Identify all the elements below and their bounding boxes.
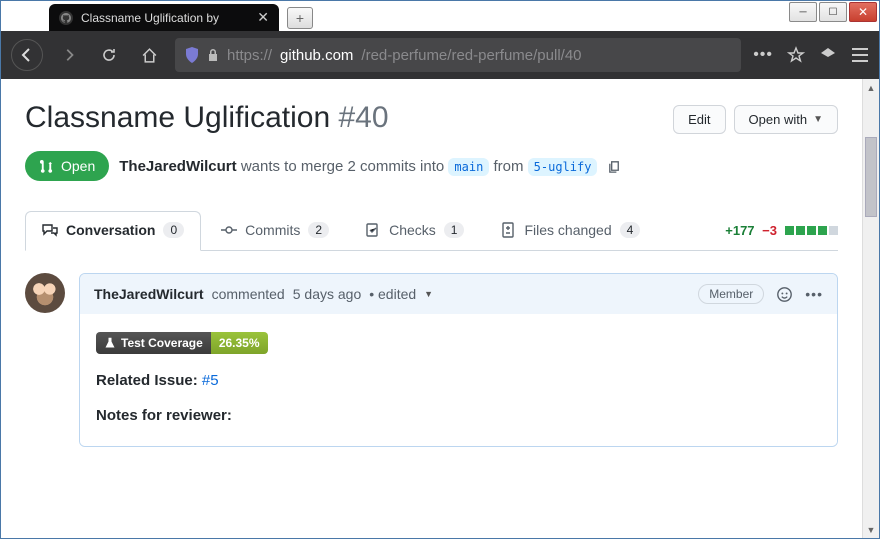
window-maximize-button[interactable]: ☐ — [819, 2, 847, 22]
tab-checks[interactable]: Checks 1 — [349, 212, 480, 250]
pr-number: #40 — [338, 101, 388, 134]
forward-button[interactable] — [55, 41, 83, 69]
git-commit-icon — [221, 222, 237, 238]
tab-commits[interactable]: Commits 2 — [205, 212, 345, 250]
base-branch[interactable]: main — [448, 158, 489, 176]
pr-title: Classname Uglification #40 — [25, 101, 673, 135]
edit-button[interactable]: Edit — [673, 105, 725, 134]
edited-dropdown-icon[interactable]: ▼ — [424, 289, 433, 299]
tab-close-icon[interactable]: ✕ — [257, 9, 269, 26]
reload-button[interactable] — [95, 41, 123, 69]
comment-author[interactable]: TheJaredWilcurt — [94, 286, 204, 302]
window-minimize-button[interactable]: ─ — [789, 2, 817, 22]
new-tab-button[interactable]: + — [287, 7, 313, 29]
menu-button[interactable] — [851, 47, 869, 63]
diff-stat: +177 −3 — [725, 223, 838, 238]
window-close-button[interactable]: ✕ — [849, 2, 877, 22]
role-badge: Member — [698, 284, 764, 304]
tab-conversation[interactable]: Conversation 0 — [25, 211, 201, 251]
scroll-down-icon[interactable]: ▼ — [863, 521, 879, 538]
commits-count: 2 — [308, 222, 329, 238]
url-host: github.com — [280, 47, 353, 64]
shield-icon — [185, 47, 199, 63]
conversation-count: 0 — [163, 222, 184, 238]
test-coverage-badge[interactable]: Test Coverage 26.35% — [96, 332, 268, 354]
bookmark-star-icon[interactable] — [787, 46, 805, 64]
emoji-react-icon[interactable] — [776, 286, 793, 303]
scroll-up-icon[interactable]: ▲ — [863, 79, 879, 96]
back-button[interactable] — [11, 39, 43, 71]
pr-tabnav: Conversation 0 Commits 2 Checks 1 Files … — [25, 211, 838, 251]
extensions-icon[interactable] — [819, 46, 837, 64]
scroll-thumb[interactable] — [865, 137, 877, 217]
pr-state-badge: Open — [25, 151, 109, 181]
browser-tab[interactable]: Classname Uglification by ✕ — [49, 4, 279, 31]
related-issue-line: Related Issue: #5 — [96, 372, 821, 389]
kebab-menu-icon[interactable]: ••• — [805, 286, 823, 302]
tab-files-changed[interactable]: Files changed 4 — [484, 212, 656, 250]
comment-discussion-icon — [42, 222, 58, 238]
git-pull-request-icon — [39, 159, 54, 174]
address-bar[interactable]: https:// github.com/red-perfume/red-perfu… — [175, 38, 741, 72]
chevron-down-icon: ▼ — [813, 114, 823, 125]
copy-branch-icon[interactable] — [607, 159, 622, 174]
coverage-value: 26.35% — [211, 332, 268, 354]
home-button[interactable] — [135, 41, 163, 69]
file-diff-icon — [500, 222, 516, 238]
checklist-icon — [365, 222, 381, 238]
head-branch[interactable]: 5-uglify — [528, 158, 598, 176]
additions-count: +177 — [725, 223, 754, 238]
url-protocol: https:// — [227, 47, 272, 64]
comment-time[interactable]: 5 days ago — [293, 286, 362, 302]
pr-state-label: Open — [61, 158, 95, 174]
avatar[interactable] — [25, 273, 65, 313]
beaker-icon — [104, 337, 116, 349]
lock-icon — [207, 48, 219, 62]
merge-summary: TheJaredWilcurt wants to merge 2 commits… — [119, 158, 597, 175]
comment-header: TheJaredWilcurt commented 5 days ago • e… — [80, 274, 837, 314]
url-path: /red-perfume/red-perfume/pull/40 — [361, 47, 581, 64]
deletions-count: −3 — [762, 223, 777, 238]
checks-count: 1 — [444, 222, 465, 238]
scrollbar[interactable]: ▲ ▼ — [862, 79, 879, 538]
pr-author[interactable]: TheJaredWilcurt — [119, 158, 236, 175]
open-with-button[interactable]: Open with ▼ — [734, 105, 838, 134]
files-count: 4 — [620, 222, 641, 238]
browser-toolbar: https:// github.com/red-perfume/red-perfu… — [1, 31, 879, 79]
github-favicon — [59, 11, 73, 25]
related-issue-link[interactable]: #5 — [202, 372, 219, 389]
browser-tab-title: Classname Uglification by — [81, 11, 249, 25]
page-actions-icon[interactable]: ••• — [753, 46, 773, 64]
comment-box: TheJaredWilcurt commented 5 days ago • e… — [79, 273, 838, 447]
notes-heading: Notes for reviewer: — [96, 407, 232, 424]
pr-title-text: Classname Uglification — [25, 101, 330, 134]
